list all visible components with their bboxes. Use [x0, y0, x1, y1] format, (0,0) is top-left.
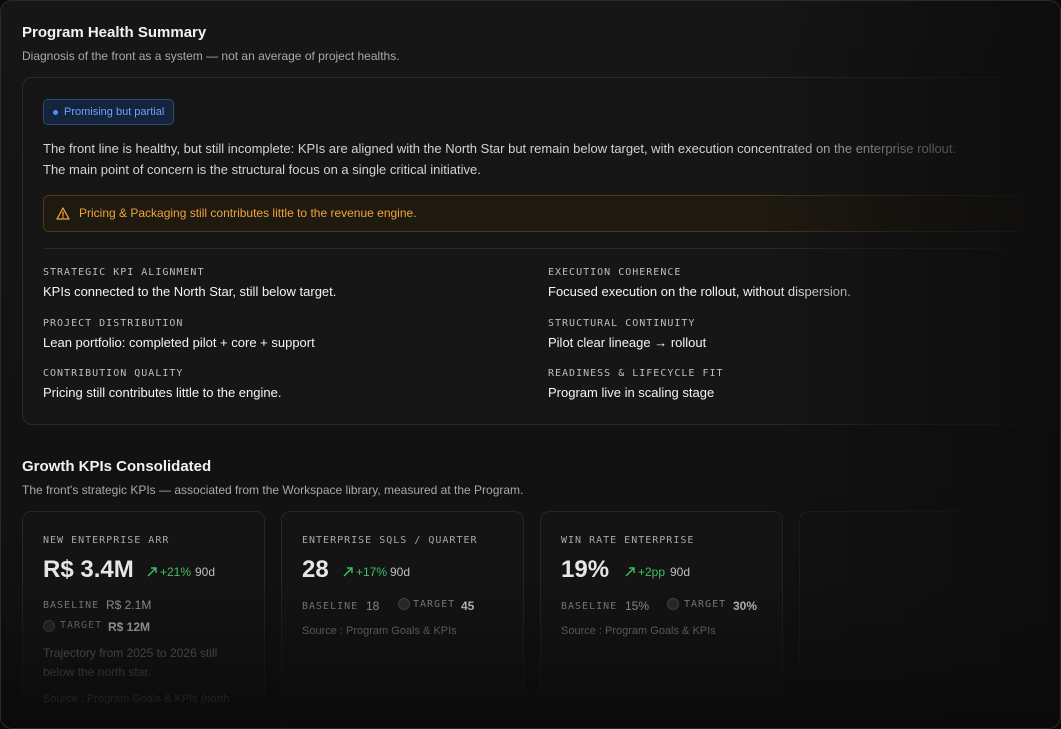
- metric-label: READINESS & LIFECYCLE FIT: [548, 368, 724, 379]
- target-label: TARGET: [684, 599, 727, 610]
- metric-strategic-kpi-alignment: STRATEGIC KPI ALIGNMENT KPIs connected t…: [43, 267, 503, 299]
- metric-project-distribution: PROJECT DISTRIBUTION Lean portfolio: com…: [43, 318, 503, 350]
- trend-up-icon: [625, 567, 635, 577]
- warning-text: Pricing & Packaging still contributes li…: [79, 206, 417, 220]
- baseline-label: BASELINE: [561, 601, 618, 612]
- kpi-delta: +21%: [147, 565, 191, 579]
- metric-label: EXECUTION COHERENCE: [548, 267, 682, 278]
- kpi-card-win-rate-enterprise[interactable]: WIN RATE ENTERPRISE 19% +2pp 90d BASELIN…: [540, 511, 783, 728]
- kpi-delta: +2pp: [625, 565, 665, 579]
- kpi-note: Trajectory from 2025 to 2026 still below…: [43, 646, 218, 679]
- trend-up-icon: [343, 567, 353, 577]
- kpi-period: 90d: [670, 565, 691, 579]
- kpi-period: 90d: [195, 565, 216, 579]
- kpi-delta-value: +2pp: [638, 565, 666, 579]
- kpi-delta: +17%: [343, 565, 387, 579]
- kpi-value: 28: [302, 556, 329, 583]
- growth-kpis-title: Growth KPIs Consolidated: [22, 458, 212, 475]
- metric-value: Focused execution on the rollout, withou…: [548, 284, 851, 299]
- target-value: 30%: [733, 599, 758, 613]
- health-summary-card: Promising but partial The front line is …: [22, 77, 1060, 425]
- metric-label: PROJECT DISTRIBUTION: [43, 318, 184, 329]
- baseline-value: R$ 2.1M: [106, 598, 152, 612]
- metric-value: Program live in scaling stage: [548, 385, 715, 400]
- warning-banner: Pricing & Packaging still contributes li…: [43, 195, 1023, 232]
- metric-label: CONTRIBUTION QUALITY: [43, 368, 184, 379]
- kpi-value: 19%: [561, 556, 610, 583]
- metric-contribution-quality: CONTRIBUTION QUALITY Pricing still contr…: [43, 368, 503, 400]
- status-badge-label: Promising but partial: [64, 106, 165, 118]
- summary-line-2: The main point of concern is the structu…: [43, 162, 481, 177]
- kpi-card-partial[interactable]: [799, 511, 1042, 728]
- kpi-source: Source : Program Goals & KPIs: [302, 625, 457, 637]
- kpi-name: NEW ENTERPRISE ARR: [43, 535, 170, 546]
- target-icon: [43, 620, 55, 632]
- metric-value: Pilot clear lineage → rollout: [548, 335, 707, 350]
- kpi-card-enterprise-sqls[interactable]: ENTERPRISE SQLS / QUARTER 28 +17% 90d BA…: [281, 511, 524, 728]
- warning-triangle-icon: [56, 207, 70, 220]
- target-icon: [398, 598, 410, 610]
- metric-readiness-lifecycle-fit: READINESS & LIFECYCLE FIT Program live i…: [548, 368, 1008, 400]
- kpi-name: WIN RATE ENTERPRISE: [561, 535, 695, 546]
- kpi-delta-value: +17%: [356, 565, 388, 579]
- target-icon: [667, 598, 679, 610]
- kpi-value: R$ 3.4M: [43, 556, 134, 583]
- status-badge: Promising but partial: [43, 99, 175, 125]
- summary-line-1: The front line is healthy, but still inc…: [43, 141, 957, 156]
- health-summary-text: The front line is healthy, but still inc…: [43, 138, 1053, 180]
- kpi-source: Source : Program Goals & KPIs: [561, 625, 716, 637]
- baseline-label: BASELINE: [302, 601, 359, 612]
- baseline-label: BASELINE: [43, 600, 100, 611]
- target-label: TARGET: [413, 599, 456, 610]
- kpi-source: Source : Program Goals & KPIs (north: [43, 693, 230, 705]
- trend-up-icon: [147, 567, 157, 577]
- target-value: 45: [461, 599, 475, 613]
- kpi-delta-value: +21%: [160, 565, 192, 579]
- target-label: TARGET: [60, 620, 103, 631]
- metric-structural-continuity: STRUCTURAL CONTINUITY Pilot clear lineag…: [548, 318, 1008, 350]
- kpi-name: ENTERPRISE SQLS / QUARTER: [302, 535, 478, 546]
- baseline-value: 15%: [625, 599, 650, 613]
- target-value: R$ 12M: [108, 620, 151, 634]
- divider: [43, 248, 1023, 249]
- health-summary-title: Program Health Summary: [22, 24, 207, 41]
- kpi-card-new-enterprise-arr[interactable]: NEW ENTERPRISE ARR R$ 3.4M +21% 90d BASE…: [22, 511, 265, 728]
- metric-label: STRATEGIC KPI ALIGNMENT: [43, 267, 205, 278]
- metric-value: Pricing still contributes little to the …: [43, 385, 282, 400]
- app-window: Program Health Summary Diagnosis of the …: [0, 0, 1061, 729]
- status-dot-icon: [53, 110, 58, 115]
- baseline-value: 18: [366, 599, 380, 613]
- metric-value: Lean portfolio: completed pilot + core +…: [43, 335, 315, 350]
- metric-label: STRUCTURAL CONTINUITY: [548, 318, 696, 329]
- kpi-period: 90d: [390, 565, 411, 579]
- health-summary-subtitle: Diagnosis of the front as a system — not…: [22, 49, 400, 63]
- growth-kpis-subtitle: The front's strategic KPIs — associated …: [22, 483, 524, 497]
- metric-execution-coherence: EXECUTION COHERENCE Focused execution on…: [548, 267, 1008, 299]
- metric-value: KPIs connected to the North Star, still …: [43, 284, 337, 299]
